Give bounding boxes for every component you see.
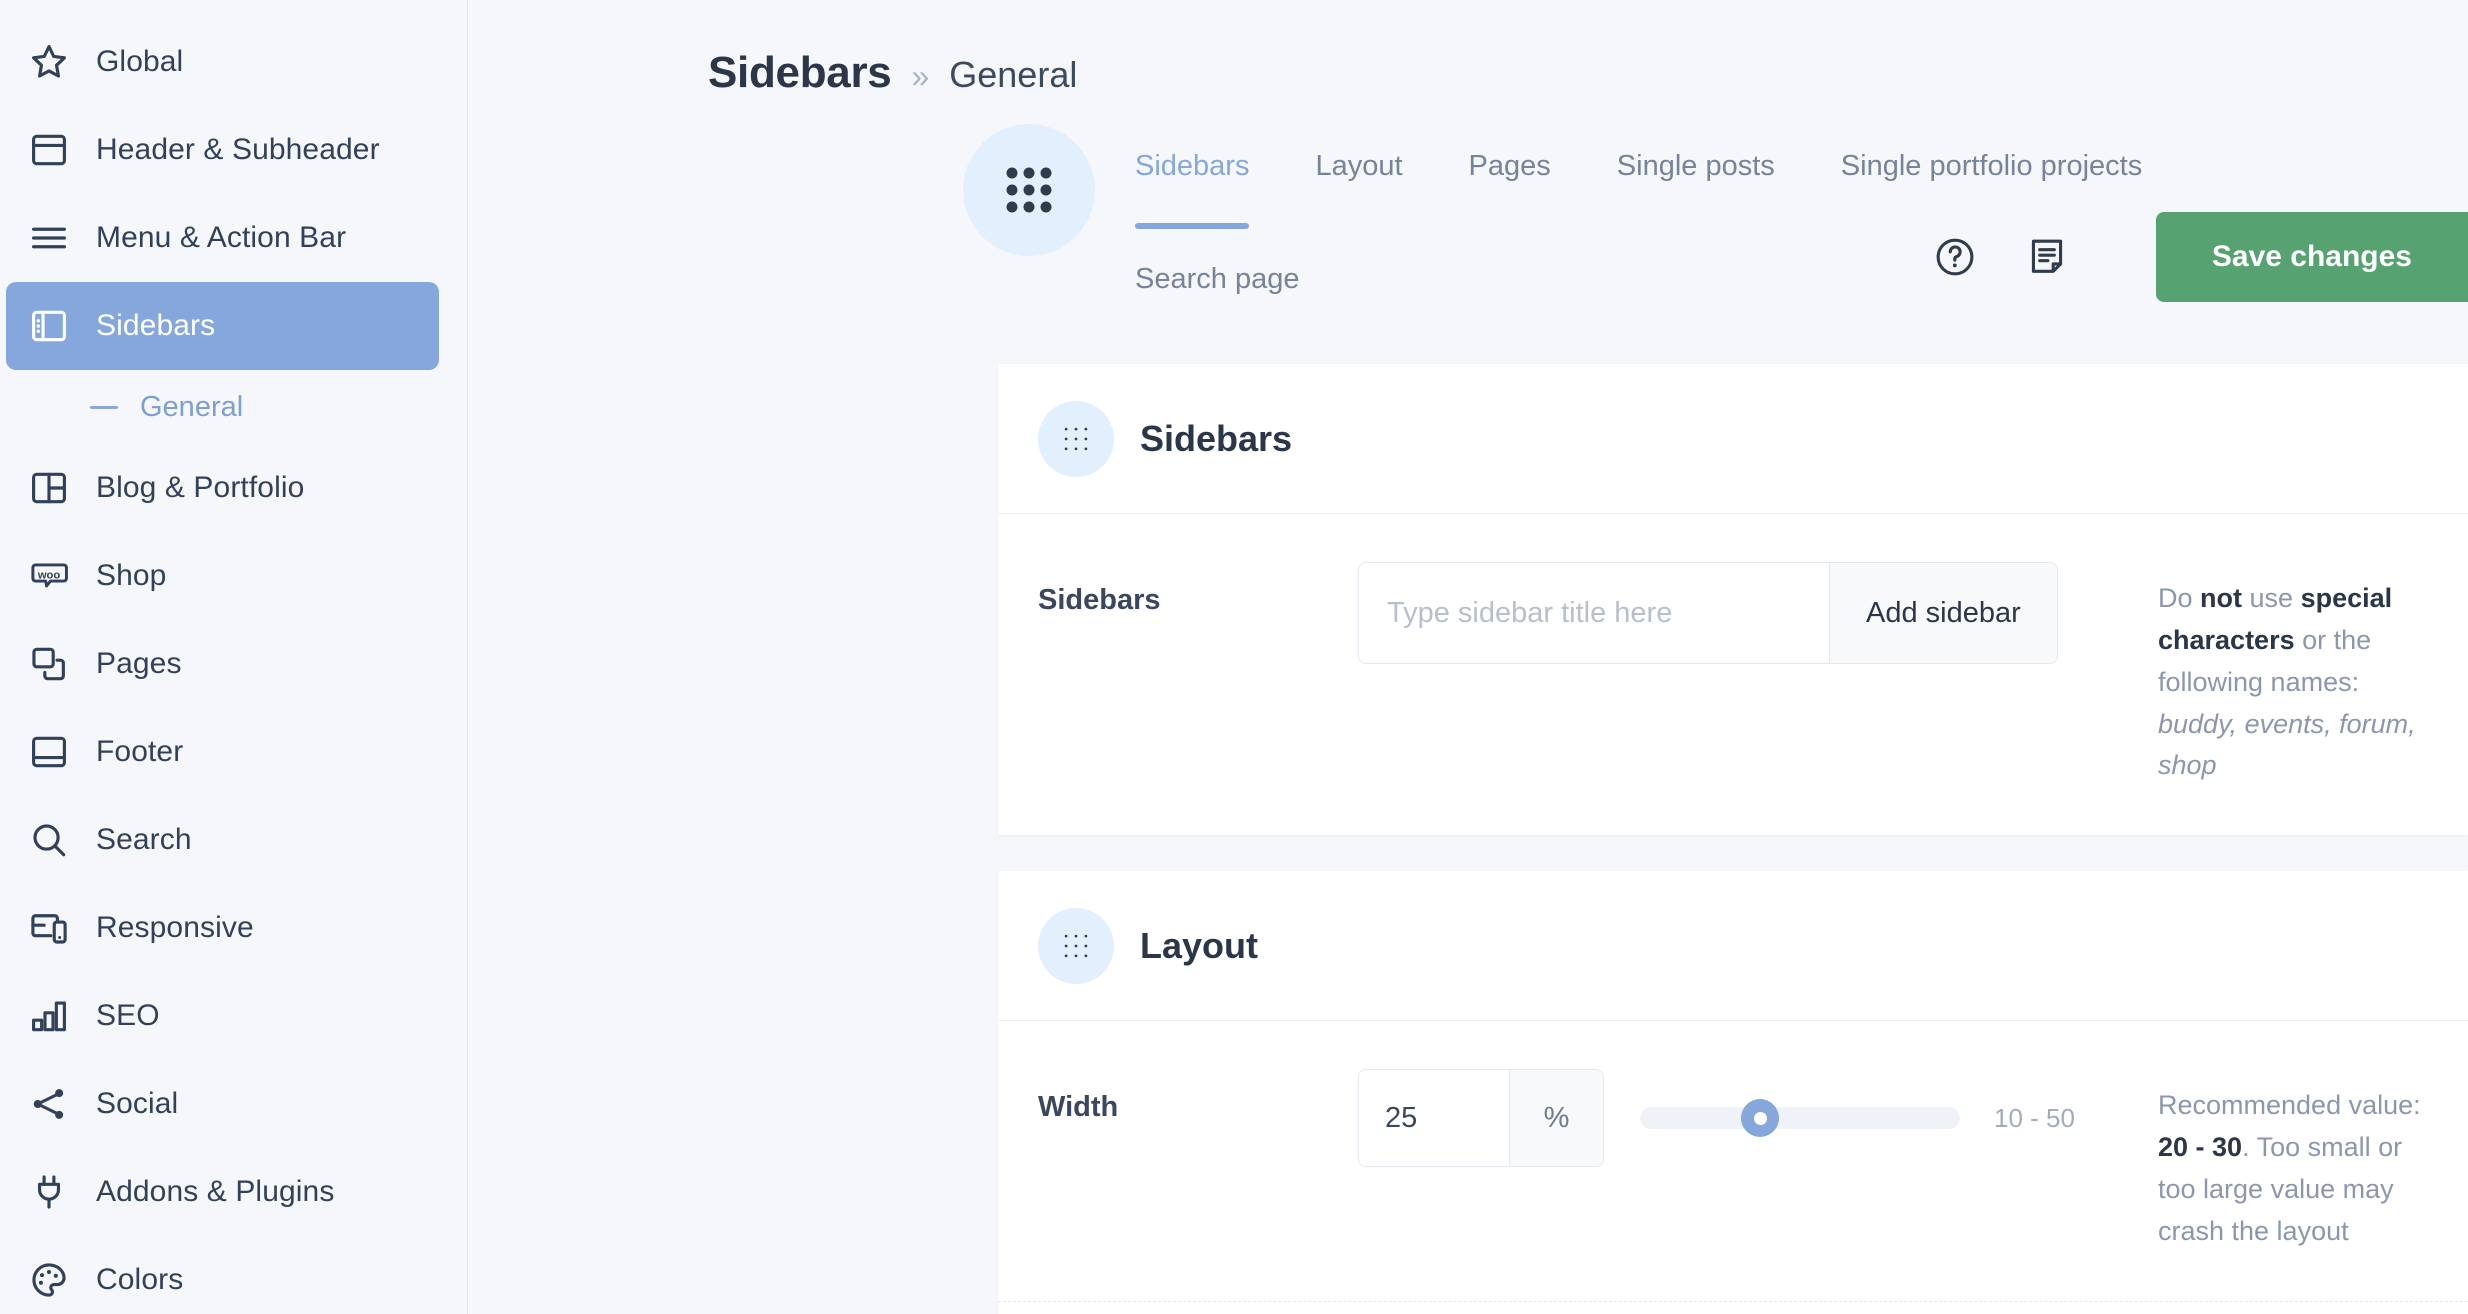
card-header: Layout [998, 871, 2468, 1022]
grid-dots-icon [963, 124, 1095, 256]
settings-cards: SidebarsSidebars Add sidebar Do not use … [998, 364, 2468, 1314]
grid-dots-icon[interactable] [1038, 907, 1114, 984]
sidebar-item-label: SEO [96, 999, 160, 1032]
card-sidebars: SidebarsSidebars Add sidebar Do not use … [998, 364, 2468, 836]
question-circle-icon[interactable] [1932, 234, 1978, 280]
sidebar-item-responsive[interactable]: Responsive [6, 884, 439, 972]
card-header: Sidebars [998, 364, 2468, 514]
bar-chart-icon [28, 995, 76, 1037]
width-range-label: 10 - 50 [1994, 1102, 2075, 1133]
copy-pages-icon [28, 643, 76, 685]
sidebar-item-search[interactable]: Search [6, 796, 439, 884]
tab-pages[interactable]: Pages [1469, 142, 1551, 207]
sidebar-item-label: Search [96, 823, 192, 856]
sidebar-panel-icon [28, 305, 76, 347]
sidebar-item-label: Header & Subheader [96, 133, 380, 166]
sidebar-item-label: Social [96, 1087, 179, 1120]
sidebar-title-input[interactable] [1359, 563, 1829, 663]
sidebar-item-label: Blog & Portfolio [96, 471, 305, 504]
tab-search-page[interactable]: Search page [1135, 255, 1299, 320]
sidebar-item-menu-action-bar[interactable]: Menu & Action Bar [6, 194, 439, 282]
app-root: Global Header & Subheader Menu & Action Ba… [0, 0, 2468, 1314]
main-content: Sidebars » General Sidebars Layout Pages Si… [468, 0, 2468, 1314]
tab-single-portfolio-projects[interactable]: Single portfolio projects [1841, 142, 2142, 207]
woocommerce-icon: woo [28, 555, 76, 597]
sidebar-item-social[interactable]: Social [6, 1060, 439, 1148]
card-title: Sidebars [1140, 417, 1293, 459]
plug-icon [28, 1171, 76, 1213]
sidebar-item-global[interactable]: Global [6, 18, 439, 106]
responsive-devices-icon [28, 907, 76, 949]
tab-sidebars[interactable]: Sidebars [1135, 142, 1250, 229]
width-unit-label: % [1509, 1070, 1603, 1167]
sidebar-item-header-subheader[interactable]: Header & Subheader [6, 106, 439, 194]
sidebar-item-pages[interactable]: Pages [6, 620, 439, 708]
hamburger-menu-icon [28, 217, 76, 259]
row-hint: Recommended value: 20 - 30. Too small or… [2158, 1090, 2421, 1246]
width-input[interactable] [1359, 1070, 1509, 1167]
sidebar-item-label: Footer [96, 735, 184, 768]
sidebar-item-label: Sidebars [96, 309, 216, 342]
breadcrumb: Sidebars » General [468, 0, 2468, 98]
sidebar-item-seo[interactable]: SEO [6, 972, 439, 1060]
sidebar-item-colors[interactable]: Colors [6, 1236, 439, 1314]
add-sidebar-button[interactable]: Add sidebar [1829, 563, 2057, 663]
note-document-icon[interactable] [2024, 234, 2070, 280]
row-label: Width [1038, 1091, 1119, 1124]
breadcrumb-separator: » [911, 58, 930, 94]
sidebar-subitem-label: General [140, 390, 244, 423]
slider-handle[interactable] [1741, 1099, 1779, 1138]
tab-layout[interactable]: Layout [1315, 142, 1402, 207]
sidebar-item-label: Pages [96, 647, 182, 680]
footer-layout-icon [28, 731, 76, 773]
sidebar-item-label: Menu & Action Bar [96, 221, 347, 254]
sidebar-item-label: Colors [96, 1263, 184, 1296]
card-title: Layout [1140, 924, 1259, 966]
row-hint: Do not use special characters or the fol… [2158, 583, 2416, 781]
settings-row-sidebars-add: Sidebars Add sidebar Do not use special … [998, 514, 2468, 835]
save-changes-button[interactable]: Save changes [2155, 212, 2468, 302]
row-label: Sidebars [1038, 584, 1161, 616]
settings-row-style: StyleClassicSimpleClassic sidebar has bo… [998, 1300, 2468, 1314]
sidebar-subitem-general[interactable]: General [0, 370, 467, 444]
sidebar-item-label: Shop [96, 559, 167, 592]
settings-row-width: Width % 10 - 50 Recommended value: 20 - 3… [998, 1021, 2468, 1300]
breadcrumb-current: General [949, 54, 1078, 95]
sidebar-item-blog-portfolio[interactable]: Blog & Portfolio [6, 444, 439, 532]
row-control: Add sidebar [1358, 562, 2118, 664]
color-palette-icon [28, 1259, 76, 1301]
sidebar-item-footer[interactable]: Footer [6, 708, 439, 796]
width-number-group: % [1358, 1069, 1604, 1168]
header-layout-icon [28, 129, 76, 171]
dash-icon [90, 405, 118, 409]
grid-layout-icon [28, 467, 76, 509]
breadcrumb-root[interactable]: Sidebars [708, 48, 892, 98]
share-icon [28, 1083, 76, 1125]
sidebar-item-sidebars[interactable]: Sidebars [6, 282, 439, 370]
card-layout: Layout Width % 10 - 50 Recommended value: … [998, 871, 2468, 1314]
width-slider[interactable] [1640, 1099, 1960, 1138]
sidebar-item-label: Global [96, 45, 184, 78]
tab-single-posts[interactable]: Single posts [1617, 142, 1775, 207]
star-icon [28, 41, 76, 83]
tabs-row-primary: Sidebars Layout Pages Single posts Single po… [1135, 142, 2208, 229]
sidebar-item-shop[interactable]: woo Shop [6, 532, 439, 620]
row-control: % 10 - 50 [1358, 1069, 2118, 1168]
search-icon [28, 819, 76, 861]
sidebar-item-addons-plugins[interactable]: Addons & Plugins [6, 1148, 439, 1236]
grid-dots-icon[interactable] [1038, 400, 1114, 477]
header-actions: Save changes [1932, 212, 2468, 302]
primary-sidebar: Global Header & Subheader Menu & Action Ba… [0, 0, 468, 1314]
sidebar-item-label: Responsive [96, 911, 254, 944]
sidebar-item-label: Addons & Plugins [96, 1175, 335, 1208]
add-sidebar-group: Add sidebar [1358, 562, 2058, 664]
svg-text:woo: woo [37, 569, 61, 581]
